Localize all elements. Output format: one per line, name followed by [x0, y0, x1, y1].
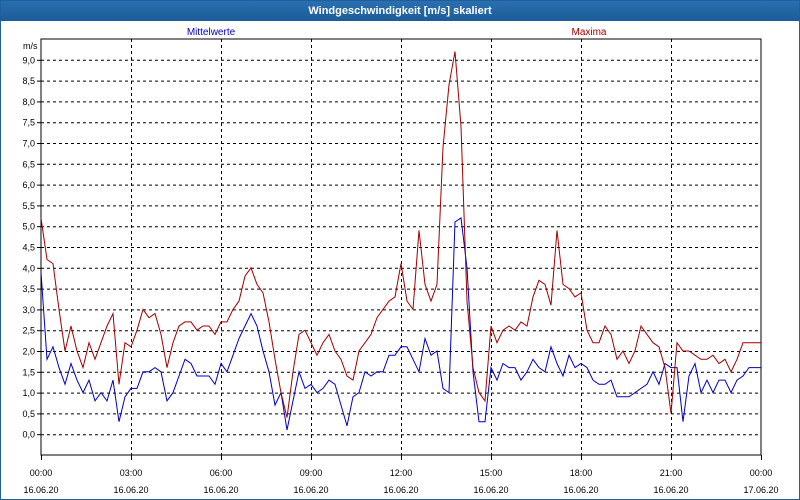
y-tick-label: 7,5 [22, 118, 35, 128]
legend-maxima: Maxima [571, 27, 606, 38]
x-tick-date: 16.06.20 [23, 485, 58, 495]
y-tick-label: 1,0 [22, 388, 35, 398]
y-tick-label: 3,0 [22, 305, 35, 315]
x-tick-date: 17.06.20 [743, 485, 778, 495]
x-tick-time: 15:00 [480, 468, 503, 478]
y-tick-label: 0,5 [22, 409, 35, 419]
x-tick-time: 09:00 [300, 468, 323, 478]
x-tick-time: 21:00 [660, 468, 683, 478]
chart-window: Windgeschwindigkeit [m/s] skaliert 0,0 0,… [0, 0, 800, 500]
x-axis-ticks: 00:00 16.06.20 03:00 16.06.20 06:00 16.06.20 0… [23, 468, 778, 495]
y-tick-label: 4,5 [22, 243, 35, 253]
y-tick-label: 8,0 [22, 97, 35, 107]
x-tick-date: 16.06.20 [383, 485, 418, 495]
x-tick-time: 03:00 [120, 468, 143, 478]
y-tick-label: 6,0 [22, 180, 35, 190]
y-tick-label: 9,0 [22, 55, 35, 65]
y-tick-label: 5,0 [22, 222, 35, 232]
y-tick-label: 4,0 [22, 263, 35, 273]
y-tick-label: 6,5 [22, 159, 35, 169]
x-tick-date: 16.06.20 [653, 485, 688, 495]
y-tick-label: 2,5 [22, 326, 35, 336]
series-lines [40, 51, 761, 431]
wind-speed-chart: 0,0 0,5 1,0 1,5 2,0 2,5 3,0 3,5 4,0 4,5 5,0 5,5 6,0 6… [22, 27, 778, 495]
x-tick-time: 00:00 [750, 468, 773, 478]
legend-mittelwerte: Mittelwerte [187, 27, 236, 38]
x-tick-time: 12:00 [390, 468, 413, 478]
x-tick-date: 16.06.20 [293, 485, 328, 495]
y-tick-label: 5,5 [22, 201, 35, 211]
x-tick-date: 16.06.20 [473, 485, 508, 495]
y-axis-label: m/s [23, 41, 38, 51]
y-tick-label: 7,0 [22, 139, 35, 149]
y-tick-label: 8,5 [22, 76, 35, 86]
grid [37, 38, 762, 460]
x-tick-date: 16.06.20 [113, 485, 148, 495]
y-tick-label: 2,0 [22, 347, 35, 357]
y-axis-ticks: 0,0 0,5 1,0 1,5 2,0 2,5 3,0 3,5 4,0 4,5 5,0 5,5 6,0 6… [22, 55, 35, 439]
y-tick-label: 0,0 [22, 430, 35, 440]
x-tick-date: 16.06.20 [203, 485, 238, 495]
x-tick-time: 00:00 [30, 468, 53, 478]
x-tick-time: 18:00 [570, 468, 593, 478]
x-tick-date: 16.06.20 [563, 485, 598, 495]
y-tick-label: 3,5 [22, 284, 35, 294]
window-title: Windgeschwindigkeit [m/s] skaliert [1, 1, 799, 21]
x-tick-time: 06:00 [210, 468, 233, 478]
y-tick-label: 1,5 [22, 367, 35, 377]
